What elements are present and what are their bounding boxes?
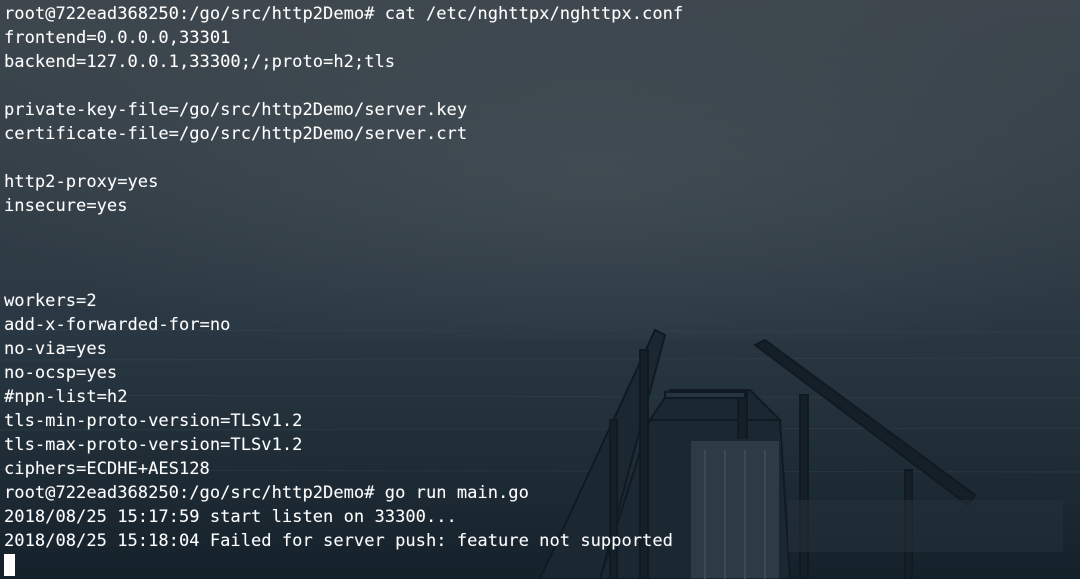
terminal-line: insecure=yes — [4, 196, 128, 216]
terminal-line: http2-proxy=yes — [4, 172, 159, 192]
terminal-line: no-ocsp=yes — [4, 363, 118, 383]
terminal-line: root@722ead368250:/go/src/http2Demo# cat… — [4, 4, 684, 24]
terminal-line: frontend=0.0.0.0,33301 — [4, 28, 231, 48]
terminal-line: root@722ead368250:/go/src/http2Demo# go … — [4, 483, 529, 503]
terminal-line: certificate-file=/go/src/http2Demo/serve… — [4, 124, 468, 144]
terminal-line: backend=127.0.0.1,33300;/;proto=h2;tls — [4, 52, 396, 72]
terminal-line: 2018/08/25 15:18:04 Failed for server pu… — [4, 531, 673, 551]
terminal-output[interactable]: root@722ead368250:/go/src/http2Demo# cat… — [0, 0, 1080, 579]
terminal-line: add-x-forwarded-for=no — [4, 315, 231, 335]
terminal-line: workers=2 — [4, 291, 97, 311]
terminal-line: tls-min-proto-version=TLSv1.2 — [4, 411, 303, 431]
terminal-line: tls-max-proto-version=TLSv1.2 — [4, 435, 303, 455]
terminal-line: private-key-file=/go/src/http2Demo/serve… — [4, 100, 468, 120]
terminal-line: ciphers=ECDHE+AES128 — [4, 459, 210, 479]
terminal-line: #npn-list=h2 — [4, 387, 128, 407]
terminal-line: no-via=yes — [4, 339, 107, 359]
terminal-cursor — [4, 554, 15, 576]
terminal-line: 2018/08/25 15:17:59 start listen on 3330… — [4, 507, 457, 527]
